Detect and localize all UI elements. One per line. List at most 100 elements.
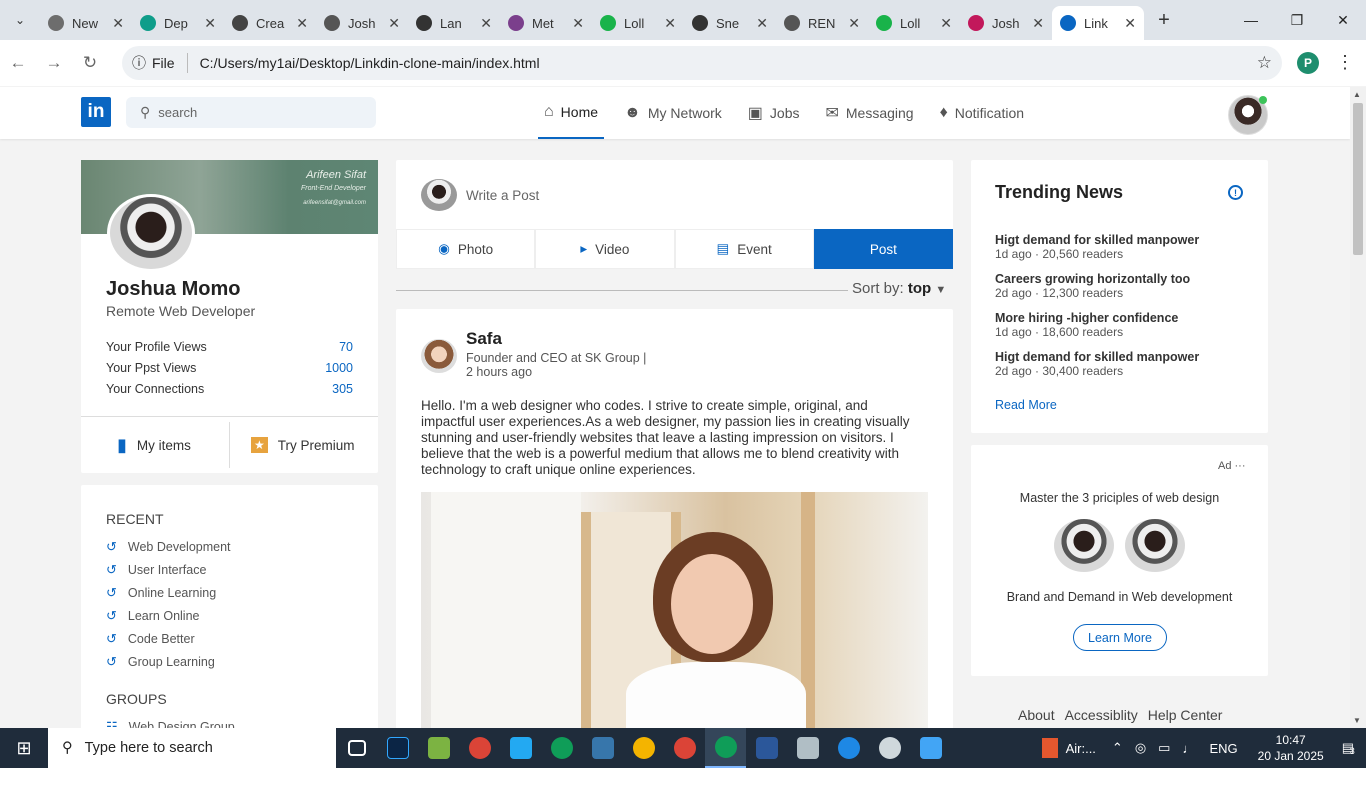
photos-app[interactable] xyxy=(910,728,951,768)
nav-jobs[interactable]: ▣ Jobs xyxy=(742,87,806,139)
tab-close-icon[interactable]: ✕ xyxy=(388,15,400,32)
minimize-button[interactable]: — xyxy=(1228,0,1274,40)
tab-close-icon[interactable]: ✕ xyxy=(572,15,584,32)
tab-close-icon[interactable]: ✕ xyxy=(112,15,124,32)
virtualbox-app[interactable] xyxy=(787,728,828,768)
recent-item[interactable]: ↺ Code Better xyxy=(106,631,195,647)
browser-tab[interactable]: Dep ✕ xyxy=(132,6,224,40)
page-scrollbar[interactable]: ▲ ▼ xyxy=(1350,87,1366,728)
stat-post-views[interactable]: Your Ppst Views 1000 xyxy=(106,361,353,375)
tab-search-button[interactable]: ⌄ xyxy=(0,0,40,40)
post-button[interactable]: Post xyxy=(813,229,953,269)
info-icon[interactable]: ! xyxy=(1228,185,1243,200)
browser-tab[interactable]: New ✕ xyxy=(40,6,132,40)
site-info-chip[interactable]: ⓘ File xyxy=(132,53,188,73)
chrome-app-active[interactable] xyxy=(705,728,746,768)
photo-button[interactable]: ◉ Photo xyxy=(396,229,536,269)
post-author-avatar[interactable] xyxy=(421,339,457,373)
news-item[interactable]: Careers growing horizontally too 2d ago ·… xyxy=(995,272,1190,300)
browser-menu-icon[interactable]: ⋮ xyxy=(1336,52,1354,73)
settings-app[interactable] xyxy=(869,728,910,768)
language-indicator[interactable]: ENG xyxy=(1209,741,1237,756)
word-app[interactable] xyxy=(746,728,787,768)
try-premium-button[interactable]: ★ Try Premium xyxy=(251,418,355,472)
tab-close-icon[interactable]: ✕ xyxy=(940,15,952,32)
chrome-app[interactable] xyxy=(664,728,705,768)
python-app[interactable] xyxy=(582,728,623,768)
browser-tab[interactable]: Met ✕ xyxy=(500,6,592,40)
recent-item[interactable]: ↺ Online Learning xyxy=(106,585,216,601)
browser-tab[interactable]: Loll ✕ xyxy=(592,6,684,40)
chevron-up-icon[interactable]: ⌃ xyxy=(1112,740,1123,756)
chrome-app[interactable] xyxy=(541,728,582,768)
footer-help-center-link[interactable]: Help Center xyxy=(1148,707,1223,723)
browser-tab[interactable]: Crea ✕ xyxy=(224,6,316,40)
group-item[interactable]: ☷ Web Design Group xyxy=(106,719,235,728)
search-input[interactable]: ⚲ search xyxy=(126,97,376,128)
linkedin-logo[interactable]: in xyxy=(81,97,111,127)
news-item[interactable]: Higt demand for skilled manpower 2d ago ·… xyxy=(995,350,1199,378)
notepad-app[interactable] xyxy=(418,728,459,768)
my-items-button[interactable]: ▮ My items xyxy=(117,418,191,472)
browser-tab[interactable]: Josh ✕ xyxy=(960,6,1052,40)
event-button[interactable]: ▤ Event xyxy=(674,229,814,269)
bluetooth-app[interactable] xyxy=(828,728,869,768)
profile-name[interactable]: Joshua Momo xyxy=(106,278,240,301)
tab-close-icon[interactable]: ✕ xyxy=(1124,15,1136,32)
bookmark-star-icon[interactable]: ☆ xyxy=(1257,53,1272,73)
stat-connections[interactable]: Your Connections 305 xyxy=(106,382,353,396)
scroll-down-arrow-icon[interactable]: ▼ xyxy=(1353,716,1361,725)
chrome-app[interactable] xyxy=(623,728,664,768)
video-button[interactable]: ▸ Video xyxy=(535,229,675,269)
maximize-button[interactable]: ❐ xyxy=(1274,0,1320,40)
new-tab-button[interactable]: + xyxy=(1144,9,1184,32)
profile-avatar[interactable] xyxy=(107,194,195,272)
browser-tab[interactable]: REN ✕ xyxy=(776,6,868,40)
news-item[interactable]: More hiring -higher confidence 1d ago · 1… xyxy=(995,311,1178,339)
nav-my-network[interactable]: ☻ My Network xyxy=(618,87,728,139)
recent-item[interactable]: ↺ Learn Online xyxy=(106,608,199,624)
network-icon[interactable]: ◎ xyxy=(1135,740,1146,756)
scroll-up-arrow-icon[interactable]: ▲ xyxy=(1353,90,1361,99)
browser-tab[interactable]: Lan ✕ xyxy=(408,6,500,40)
tab-close-icon[interactable]: ✕ xyxy=(1032,15,1044,32)
recent-item[interactable]: ↺ Web Development xyxy=(106,539,231,555)
chrome-app[interactable] xyxy=(459,728,500,768)
photoshop-app[interactable] xyxy=(377,728,418,768)
stat-profile-views[interactable]: Your Profile Views 70 xyxy=(106,340,353,354)
task-view-button[interactable] xyxy=(336,728,377,768)
vscode-app[interactable] xyxy=(500,728,541,768)
browser-profile-avatar[interactable]: P xyxy=(1297,52,1319,74)
speaker-icon[interactable]: ♩ xyxy=(1182,741,1195,756)
tab-close-icon[interactable]: ✕ xyxy=(848,15,860,32)
taskbar-search-input[interactable]: ⚲ Type here to search xyxy=(48,728,336,768)
weather-widget[interactable]: Air:... xyxy=(1041,738,1096,758)
post-image[interactable] xyxy=(421,492,928,728)
battery-icon[interactable]: ▭ xyxy=(1158,740,1170,756)
tab-close-icon[interactable]: ✕ xyxy=(664,15,676,32)
read-more-link[interactable]: Read More xyxy=(995,398,1057,412)
tab-close-icon[interactable]: ✕ xyxy=(204,15,216,32)
scrollbar-thumb[interactable] xyxy=(1353,103,1363,255)
news-item[interactable]: Higt demand for skilled manpower 1d ago ·… xyxy=(995,233,1199,261)
browser-tab[interactable]: Sne ✕ xyxy=(684,6,776,40)
learn-more-button[interactable]: Learn More xyxy=(1073,624,1167,651)
start-button[interactable]: ⊞ xyxy=(0,728,48,768)
nav-messaging[interactable]: ✉ Messaging xyxy=(819,87,919,139)
system-clock[interactable]: 10:47 20 Jan 2025 xyxy=(1246,732,1336,764)
forward-button[interactable]: → xyxy=(36,53,72,73)
url-field[interactable]: ⓘ File C:/Users/my1ai/Desktop/Linkdin-clo… xyxy=(122,46,1282,80)
notification-center-icon[interactable]: ▤ 3 xyxy=(1342,740,1355,756)
tab-close-icon[interactable]: ✕ xyxy=(756,15,768,32)
browser-tab[interactable]: Josh ✕ xyxy=(316,6,408,40)
tab-close-icon[interactable]: ✕ xyxy=(480,15,492,32)
post-author-name[interactable]: Safa xyxy=(466,329,502,349)
sort-by-dropdown[interactable]: Sort by: top ▼ xyxy=(852,280,946,297)
browser-tab[interactable]: Link ✕ xyxy=(1052,6,1144,40)
ad-label[interactable]: Ad ··· xyxy=(1218,460,1246,472)
reload-button[interactable]: ↻ xyxy=(72,53,108,73)
footer-accessibility-link[interactable]: Accessiblity xyxy=(1065,707,1138,723)
tab-close-icon[interactable]: ✕ xyxy=(296,15,308,32)
footer-about-link[interactable]: About xyxy=(1018,707,1055,723)
write-post-input[interactable]: Write a Post xyxy=(466,188,539,203)
